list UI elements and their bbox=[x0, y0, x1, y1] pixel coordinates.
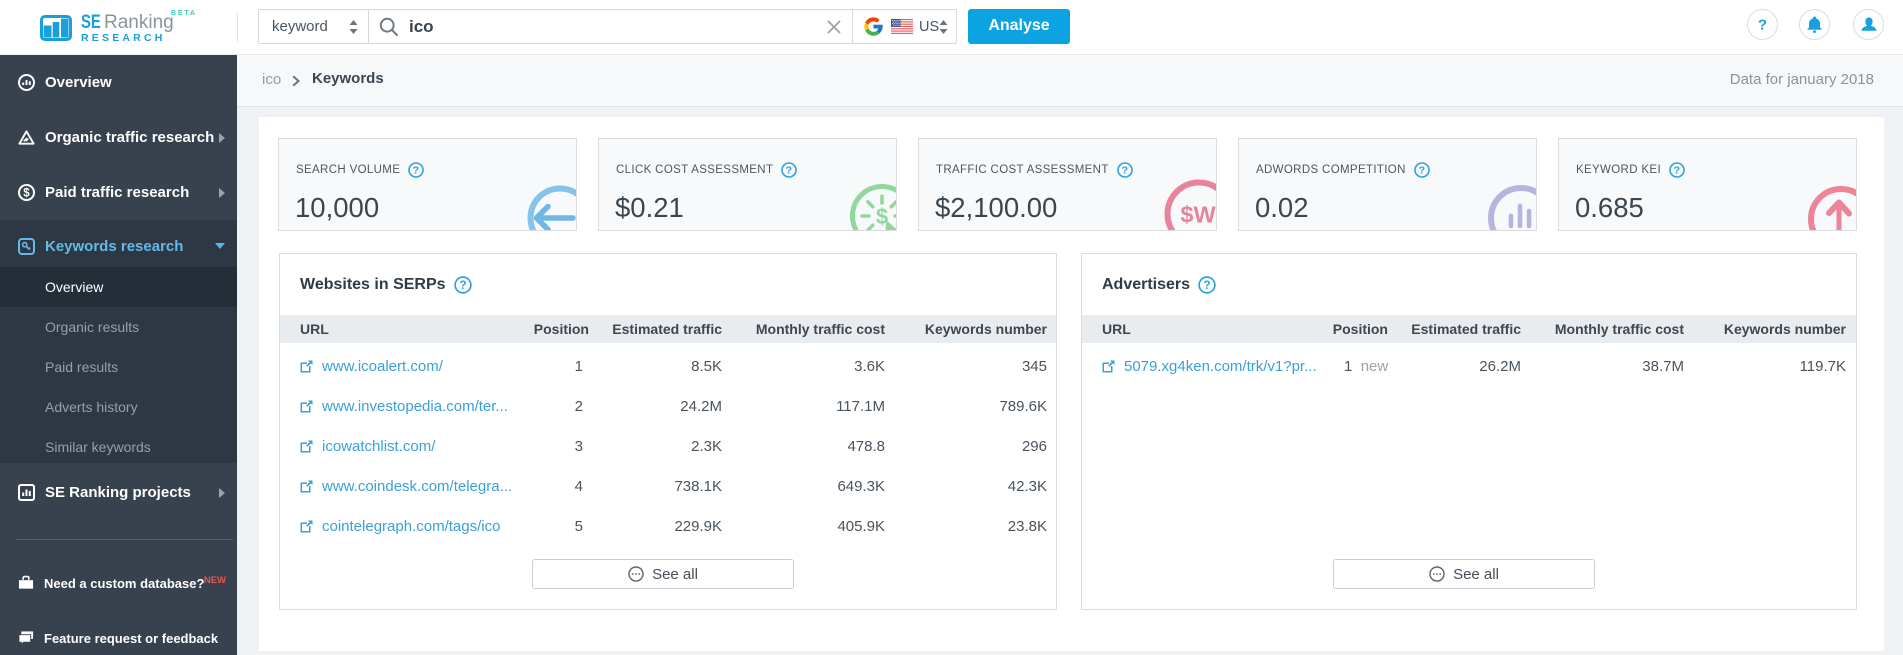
svg-text:?: ? bbox=[1758, 17, 1767, 34]
svg-text:?: ? bbox=[1203, 278, 1210, 292]
svg-text:?: ? bbox=[1674, 165, 1681, 177]
svg-text:?: ? bbox=[1121, 165, 1128, 177]
svg-text:$W: $W bbox=[1180, 202, 1216, 228]
svg-text:$: $ bbox=[23, 188, 30, 200]
svg-text:?: ? bbox=[786, 165, 793, 177]
svg-text:?: ? bbox=[459, 278, 466, 292]
svg-text:?: ? bbox=[1418, 165, 1425, 177]
svg-text:?: ? bbox=[413, 165, 420, 177]
